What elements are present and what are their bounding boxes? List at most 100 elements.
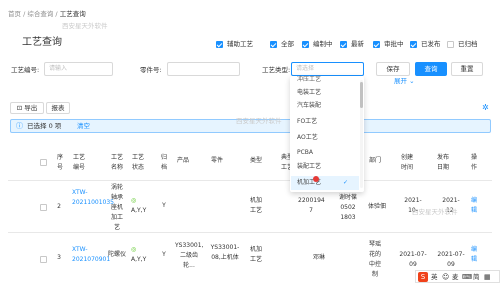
checkbox-published[interactable] bbox=[410, 41, 417, 48]
page-title: 工艺查询 bbox=[22, 37, 62, 48]
process-no-label: 工艺编号: bbox=[11, 66, 40, 74]
info-icon: ⓘ bbox=[16, 122, 23, 130]
breadcrumb-current: 工艺查询 bbox=[59, 10, 86, 18]
checkbox-auxiliary[interactable] bbox=[216, 41, 223, 48]
row-process-name: 涡轮轴承座机加工艺 bbox=[110, 184, 123, 231]
label-approving: 审批中 bbox=[384, 40, 404, 48]
row-seq: 2 bbox=[57, 203, 61, 210]
row-checkbox[interactable] bbox=[40, 256, 47, 263]
row-published: 2021-07-09 bbox=[437, 251, 465, 268]
expand-link[interactable]: 展开 ⌄ bbox=[394, 77, 415, 86]
dropdown-option-fo[interactable]: FO工艺 bbox=[291, 115, 359, 129]
dropdown-option-assembly[interactable]: 装配工艺 bbox=[291, 160, 359, 174]
row-seq: 3 bbox=[57, 254, 61, 261]
watermark: 西安星天外软件 bbox=[412, 208, 458, 216]
export-label: 导出 bbox=[24, 104, 38, 112]
checkbox-drafting[interactable] bbox=[302, 41, 309, 48]
process-no-input[interactable]: 请输入 bbox=[44, 62, 113, 76]
row-status: ◎ A,Y,Y bbox=[131, 245, 151, 265]
breadcrumb-home[interactable]: 首页 bbox=[8, 10, 21, 18]
row-status: ◎ A,Y,Y bbox=[131, 196, 151, 216]
label-latest: 最新 bbox=[351, 40, 364, 48]
process-type-label: 工艺类型: bbox=[262, 66, 291, 74]
row-type: 机加工艺 bbox=[249, 197, 262, 214]
watermark: 西安星天外软件 bbox=[236, 117, 282, 125]
row-checkbox[interactable] bbox=[40, 204, 47, 211]
row-edit-link[interactable]: 编辑 bbox=[470, 245, 478, 265]
select-all-checkbox[interactable] bbox=[40, 159, 47, 166]
col-process-no: 工艺编号 bbox=[72, 154, 85, 171]
check-icon: ✓ bbox=[343, 179, 349, 186]
expand-label: 展开 bbox=[394, 77, 407, 85]
mouse-cursor-icon bbox=[313, 176, 319, 182]
dropdown-option-ao[interactable]: AO工艺 bbox=[291, 131, 359, 145]
row-dept: 体验佃 bbox=[367, 203, 386, 210]
part-no-input[interactable] bbox=[167, 62, 240, 76]
row-process-no-link[interactable]: XTW-2021070901 bbox=[72, 245, 110, 265]
col-dept: 部门 bbox=[368, 157, 381, 164]
col-ops: 操作 bbox=[470, 154, 477, 171]
system-tray: S 英 ☺ 麦 ⌨ 简 ▦ bbox=[415, 270, 500, 283]
selection-count: 已选择 0 项 bbox=[27, 122, 62, 130]
row-process-name: 陀螺仪 bbox=[108, 251, 127, 258]
skin-icon[interactable]: ▦ bbox=[484, 272, 491, 282]
header-divider bbox=[8, 180, 492, 181]
dropdown-scroll-thumb[interactable] bbox=[360, 82, 363, 108]
col-type: 类型 bbox=[249, 157, 262, 164]
row-type: 机加工艺 bbox=[249, 246, 262, 263]
query-button[interactable]: 查询 bbox=[415, 62, 447, 76]
sogou-ime-icon[interactable]: S bbox=[418, 272, 428, 282]
col-process-status: 工艺状态 bbox=[131, 154, 144, 171]
dropdown-option-stamping[interactable]: 冲压工艺 bbox=[291, 73, 359, 87]
checkbox-all[interactable] bbox=[270, 41, 277, 48]
row-status-value: A,Y,Y bbox=[131, 256, 147, 263]
row-product: YS33001,二级齿轮... bbox=[175, 242, 204, 269]
col-process-name: 工艺名称 bbox=[110, 154, 123, 171]
label-archived: 已归档 bbox=[458, 40, 478, 48]
part-no-label: 零件号: bbox=[140, 66, 162, 74]
col-product: 产品 bbox=[176, 157, 189, 164]
col-created: 创建时间 bbox=[400, 154, 413, 171]
clear-selection-link[interactable]: 清空 bbox=[77, 121, 90, 132]
status-icon: ◎ bbox=[131, 197, 137, 204]
reset-button[interactable]: 重置 bbox=[451, 62, 483, 76]
export-button[interactable]: ⊡ 导出 bbox=[10, 102, 44, 114]
emoji-icon[interactable]: ☺ bbox=[442, 272, 449, 282]
row-process-no-link[interactable]: XTW-20211001035 bbox=[72, 188, 114, 208]
row-sub: Y bbox=[162, 251, 166, 258]
breadcrumb: 首页 / 综合查询 / 工艺查询 bbox=[8, 10, 86, 19]
breadcrumb-query[interactable]: 综合查询 bbox=[27, 10, 53, 18]
row-status-value: A,Y,Y bbox=[131, 207, 147, 214]
settings-icon[interactable]: ✲ bbox=[482, 103, 489, 113]
dropdown-option-machining[interactable]: 机加工艺 ✓ bbox=[291, 176, 359, 190]
dropdown-option-electrical[interactable]: 电装工艺 bbox=[291, 86, 359, 100]
label-auxiliary: 辅助工艺 bbox=[227, 40, 253, 48]
save-button[interactable]: 保存 bbox=[376, 62, 410, 76]
row-dept: 琴瑶花的中控制 bbox=[368, 241, 381, 278]
language-indicator[interactable]: 英 bbox=[431, 272, 438, 282]
keyboard-icon[interactable]: ⌨ bbox=[462, 272, 472, 282]
label-drafting: 编制中 bbox=[313, 40, 333, 48]
report-button[interactable]: 报表 bbox=[46, 102, 70, 114]
col-sub: 归档 bbox=[160, 154, 167, 171]
checkbox-approving[interactable] bbox=[373, 41, 380, 48]
simplified-indicator[interactable]: 简 bbox=[473, 272, 480, 282]
row-prepared: 2200194 7 bbox=[298, 197, 325, 214]
voice-icon[interactable]: 麦 bbox=[452, 272, 459, 282]
watermark: 西安星天外软件 bbox=[62, 22, 108, 30]
status-icon: ◎ bbox=[131, 246, 137, 253]
label-published: 已发布 bbox=[421, 40, 441, 48]
col-part: 零件 bbox=[210, 157, 223, 164]
row-prep-detail: 邓琳 bbox=[312, 254, 325, 261]
row-divider bbox=[8, 232, 492, 233]
checkbox-archived[interactable] bbox=[447, 41, 454, 48]
chevron-down-icon: ⌄ bbox=[409, 77, 415, 85]
dropdown-option-pcba[interactable]: PCBA bbox=[291, 146, 359, 160]
dropdown-scrollbar[interactable] bbox=[360, 80, 363, 188]
col-published: 发布日期 bbox=[436, 154, 449, 171]
row-created: 2021-07-09 bbox=[399, 251, 427, 268]
col-seq: 序号 bbox=[56, 154, 63, 171]
dropdown-option-automotive[interactable]: 汽车装配 bbox=[291, 99, 359, 113]
row-edit-link[interactable]: 编辑 bbox=[470, 196, 478, 216]
checkbox-latest[interactable] bbox=[340, 41, 347, 48]
